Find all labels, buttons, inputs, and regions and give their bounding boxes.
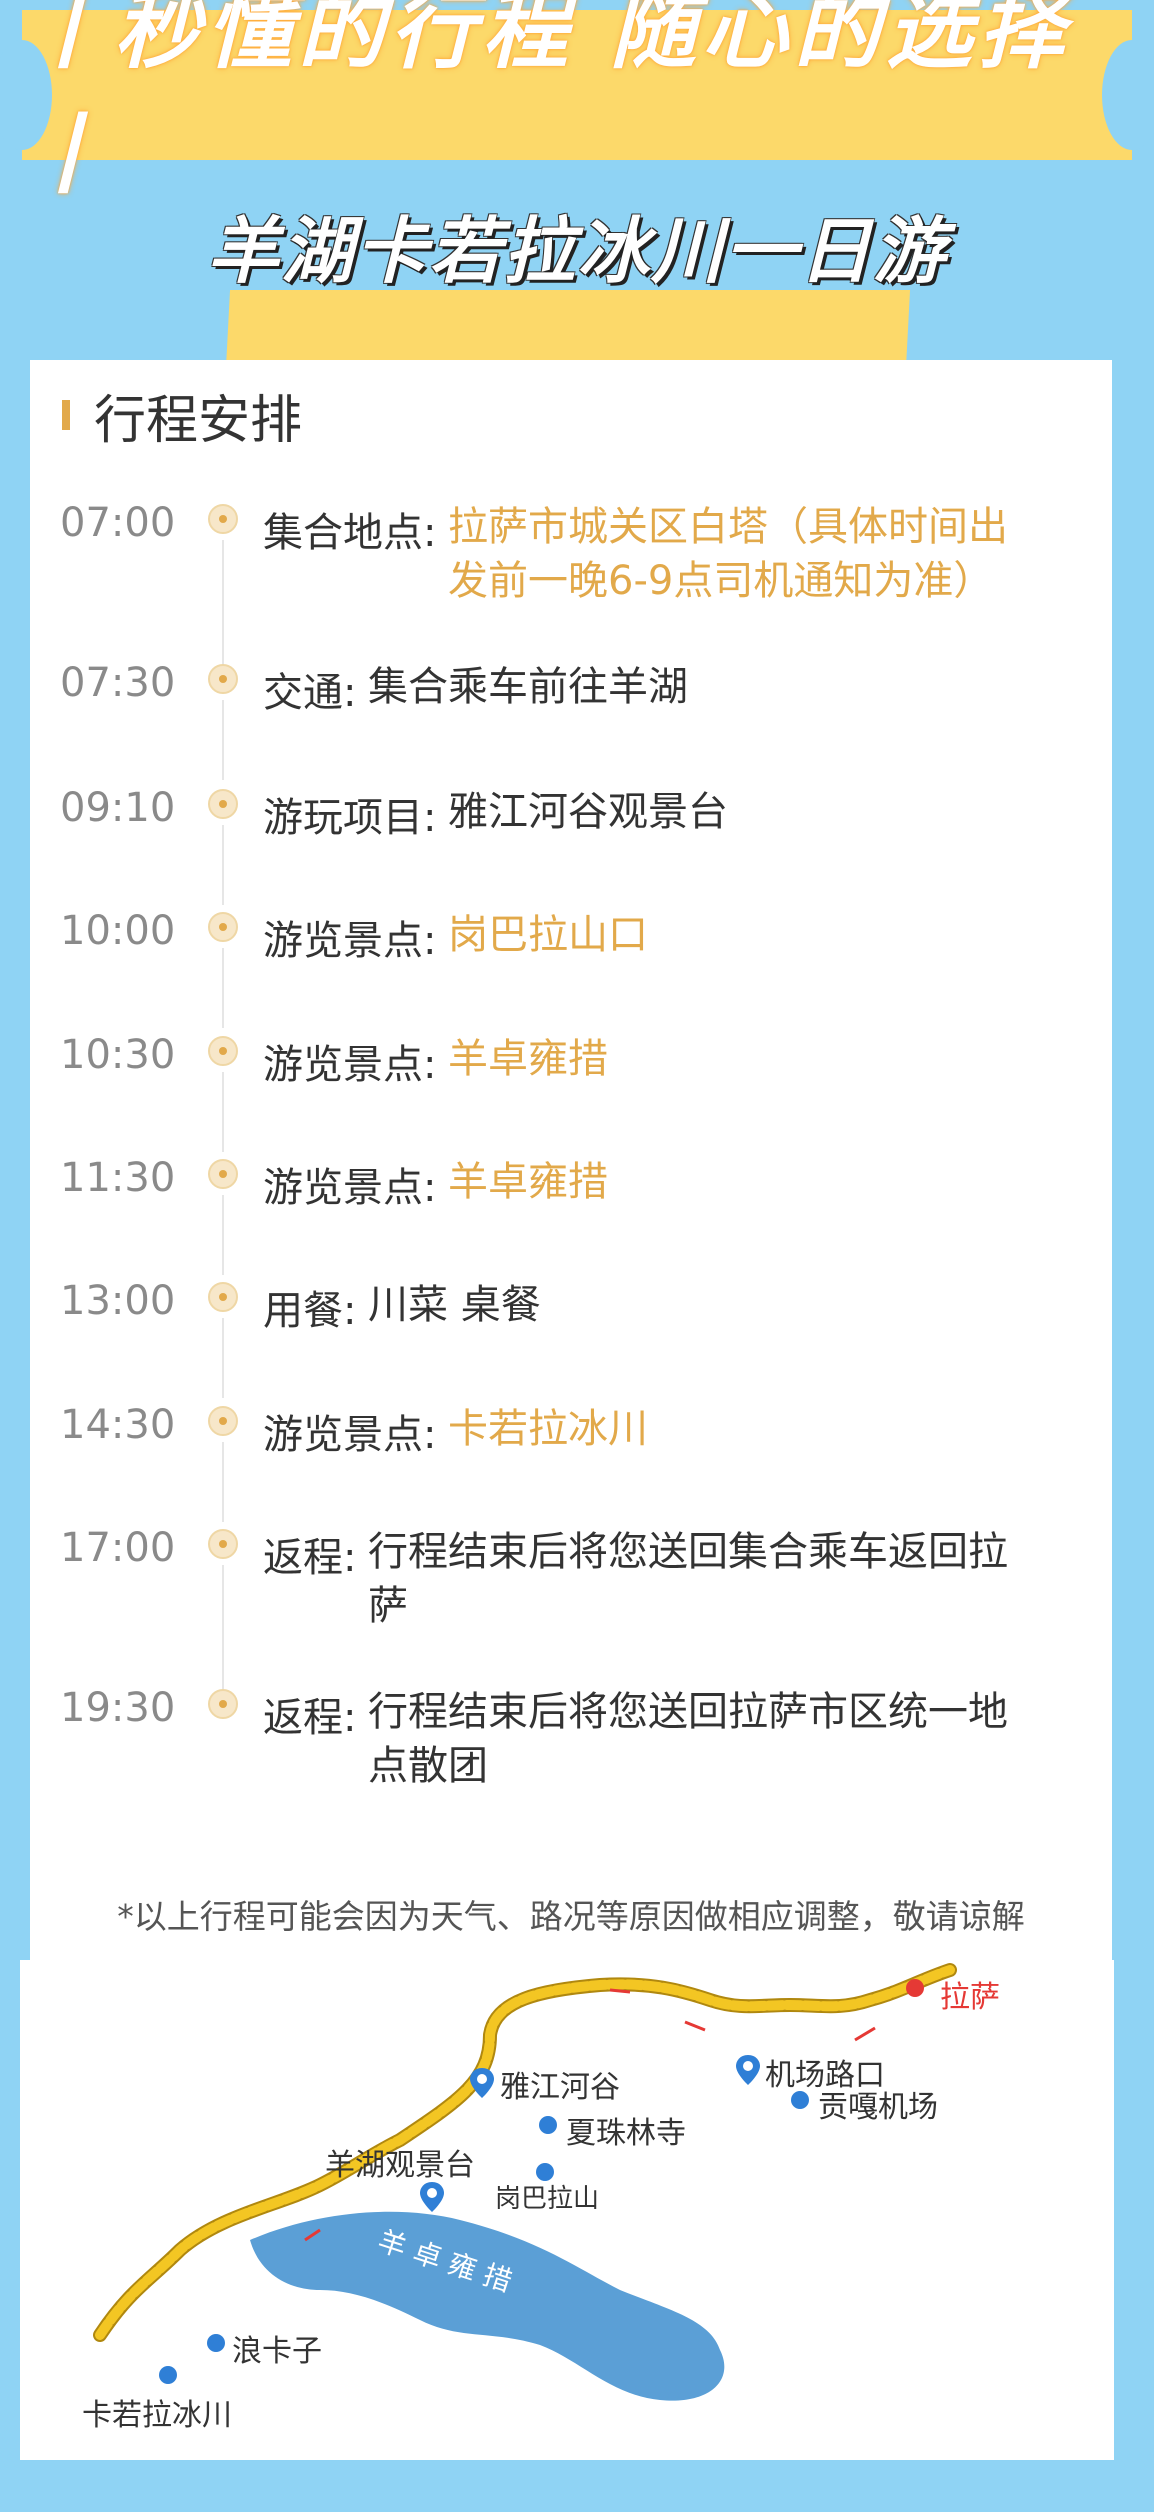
timeline-dot-icon — [208, 1282, 238, 1312]
itinerary-time: 14:30 — [60, 1402, 176, 1448]
itinerary-time: 07:00 — [60, 500, 176, 546]
map-label-langkazi: 浪卡子 — [232, 2334, 322, 2369]
itinerary-value: 羊卓雍措 — [448, 1159, 608, 1205]
itinerary-time: 11:30 — [60, 1155, 176, 1201]
timeline-connector — [222, 700, 224, 780]
itinerary-value: 集合乘车前往羊湖 — [368, 664, 688, 710]
map-label-yajiang: 雅江河谷 — [500, 2070, 620, 2105]
itinerary-value: 雅江河谷观景台 — [448, 789, 728, 835]
route-map: 羊 卓 雍 措 拉萨 机场路口 贡嘎机场 雅江河谷 夏珠林寺 羊湖观景台 岗巴拉… — [20, 1960, 1114, 2460]
timeline-connector — [222, 825, 224, 905]
itinerary-label: 游览景点: — [263, 918, 437, 964]
langkazi-marker — [207, 2334, 225, 2352]
timeline-dot-icon — [208, 1689, 238, 1719]
itinerary-value: 岗巴拉山口 — [448, 912, 648, 958]
itinerary-label: 游览景点: — [263, 1412, 437, 1458]
lake-shape — [250, 2211, 725, 2401]
xiazhulin-marker — [539, 2116, 557, 2134]
itinerary-label: 用餐: — [263, 1288, 357, 1334]
itinerary-value: 羊卓雍措 — [448, 1036, 608, 1082]
direction-arrow — [609, 1988, 631, 1994]
karola-marker — [159, 2366, 177, 2384]
map-label-karola-glacier: 卡若拉冰川 — [82, 2398, 232, 2433]
lhasa-marker — [906, 1979, 924, 1997]
timeline-connector — [222, 1442, 224, 1522]
timeline-dot-icon — [208, 1159, 238, 1189]
timeline-dot-icon — [208, 664, 238, 694]
header-banner: 丨秒懂的行程 随心的选择丨 — [0, 0, 1154, 206]
direction-arrow — [684, 2020, 706, 2032]
timeline-dot-icon — [208, 789, 238, 819]
itinerary-label: 游览景点: — [263, 1042, 437, 1088]
itinerary-time: 13:00 — [60, 1278, 176, 1324]
itinerary-value: 行程结束后将您送回集合乘车返回拉 萨 — [368, 1529, 1008, 1629]
section-marker — [62, 400, 70, 430]
timeline-connector — [222, 948, 224, 1028]
timeline-connector — [222, 540, 224, 670]
itinerary-value: 卡若拉冰川 — [448, 1406, 648, 1452]
itinerary-label: 游玩项目: — [263, 795, 437, 841]
page-title: 羊湖卡若拉冰川一日游 — [206, 209, 947, 293]
itinerary-label: 集合地点: — [263, 510, 437, 556]
map-label-yanghu-viewpoint: 羊湖观景台 — [325, 2148, 475, 2183]
map-label-xiazhulin: 夏珠林寺 — [566, 2116, 686, 2151]
itinerary-value: 行程结束后将您送回拉萨市区统一地 点散团 — [368, 1689, 1008, 1789]
timeline-connector — [222, 1195, 224, 1275]
map-label-gangbala: 岗巴拉山 — [495, 2184, 600, 2214]
itinerary-time: 19:30 — [60, 1685, 176, 1731]
section-header: 行程安排 — [62, 380, 303, 451]
itinerary-time: 17:00 — [60, 1525, 176, 1571]
banner-title: 丨秒懂的行程 随心的选择丨 — [22, 0, 1070, 206]
map-label-gonggar-airport: 贡嘎机场 — [818, 2090, 938, 2125]
itinerary-value: 川菜 桌餐 — [368, 1282, 541, 1328]
direction-arrow — [854, 2026, 876, 2042]
timeline-dot-icon — [208, 1036, 238, 1066]
map-label-lhasa: 拉萨 — [940, 1980, 1000, 2015]
itinerary-time: 09:10 — [60, 785, 176, 831]
itinerary-label: 返程: — [263, 1535, 357, 1581]
itinerary-label: 游览景点: — [263, 1165, 437, 1211]
section-title: 行程安排 — [94, 390, 303, 451]
disclaimer-note: *以上行程可能会因为天气、路况等原因做相应调整，敬请谅解 — [117, 1897, 1025, 1936]
itinerary-time: 10:30 — [60, 1032, 176, 1078]
itinerary-value: 拉萨市城关区白塔（具体时间出 发前一晚6-9点司机通知为准） — [448, 504, 1008, 604]
timeline-connector — [222, 1565, 224, 1695]
timeline-dot-icon — [208, 1406, 238, 1436]
itinerary-time: 10:00 — [60, 908, 176, 954]
timeline-connector — [222, 1318, 224, 1398]
timeline-dot-icon — [208, 504, 238, 534]
itinerary-label: 交通: — [263, 670, 357, 716]
itinerary-time: 07:30 — [60, 660, 176, 706]
itinerary-card: 行程安排 07:00 集合地点: 拉萨市城关区白塔（具体时间出 发前一晚6-9点司机… — [30, 360, 1112, 1960]
timeline-dot-icon — [208, 912, 238, 942]
timeline-dot-icon — [208, 1529, 238, 1559]
timeline-connector — [222, 1072, 224, 1152]
itinerary-label: 返程: — [263, 1695, 357, 1741]
